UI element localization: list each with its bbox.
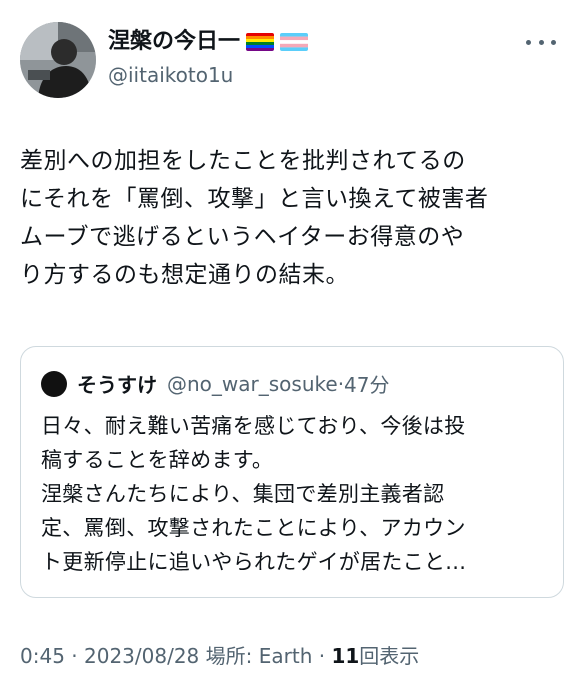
- rainbow-flag-icon: [246, 33, 275, 51]
- tweet-location: 場所: Earth: [205, 644, 313, 668]
- tweet-header: 涅槃の今日一 @iitaikoto1u: [20, 22, 564, 98]
- tweet-line: ムーブで逃げるというヘイターお得意のや: [20, 224, 465, 250]
- meta-separator: ·: [71, 644, 78, 668]
- author-display-row[interactable]: 涅槃の今日一: [108, 28, 309, 56]
- tweet-line: り方するのも想定通りの結末。: [20, 262, 349, 288]
- quoted-line: 涅槃さんたちにより、集団で差別主義者認: [41, 482, 445, 506]
- dot-icon: [551, 39, 556, 45]
- quoted-author-name: そうすけ: [77, 373, 157, 397]
- views-label: 回表示: [359, 644, 420, 668]
- views-count: 11: [331, 644, 360, 668]
- more-options-button[interactable]: [526, 34, 556, 50]
- tweet-date[interactable]: 2023/08/28: [84, 644, 199, 668]
- quoted-author-avatar: [41, 370, 67, 397]
- tweet-meta: 0:45 · 2023/08/28 場所: Earth · 11回表示: [20, 640, 419, 669]
- quoted-line: 稿することを辞めます。: [41, 448, 274, 472]
- author-names: 涅槃の今日一 @iitaikoto1u: [108, 28, 309, 88]
- meta-separator: ·: [318, 644, 326, 668]
- dot-icon: [526, 39, 531, 45]
- transgender-flag-icon: [280, 33, 309, 51]
- author-display-name[interactable]: 涅槃の今日一: [108, 28, 240, 56]
- dot-icon: [538, 39, 544, 45]
- quoted-tweet-body: 日々、耐え難い苦痛を感じており、今後は投 稿することを辞めます。 涅槃さんたちに…: [41, 409, 551, 579]
- quoted-author-handle: @no_war_sosuke: [167, 371, 338, 396]
- quoted-line: 日々、耐え難い苦痛を感じており、今後は投: [41, 414, 466, 438]
- quoted-tweet-header: そうすけ @no_war_sosuke · 47分: [41, 369, 390, 398]
- quoted-line: 定、罵倒、攻撃されたことにより、アカウン: [41, 516, 466, 540]
- quoted-tweet[interactable]: そうすけ @no_war_sosuke · 47分 日々、耐え難い苦痛を感じてお…: [20, 346, 564, 598]
- author-handle[interactable]: @iitaikoto1u: [108, 62, 308, 88]
- tweet-time[interactable]: 0:45: [20, 644, 65, 668]
- quoted-time: 47分: [344, 373, 390, 397]
- tweet-line: 差別への加担をしたことを批判されてるの: [20, 148, 466, 174]
- tweet-line: にそれを「罵倒、攻撃」と言い換えて被害者: [20, 186, 489, 212]
- author-avatar[interactable]: [20, 22, 96, 98]
- quoted-line: ト更新停止に追いやられたゲイが居たこと...: [41, 550, 467, 574]
- tweet-body: 差別への加担をしたことを批判されてるの にそれを「罵倒、攻撃」と言い換えて被害者…: [20, 142, 568, 294]
